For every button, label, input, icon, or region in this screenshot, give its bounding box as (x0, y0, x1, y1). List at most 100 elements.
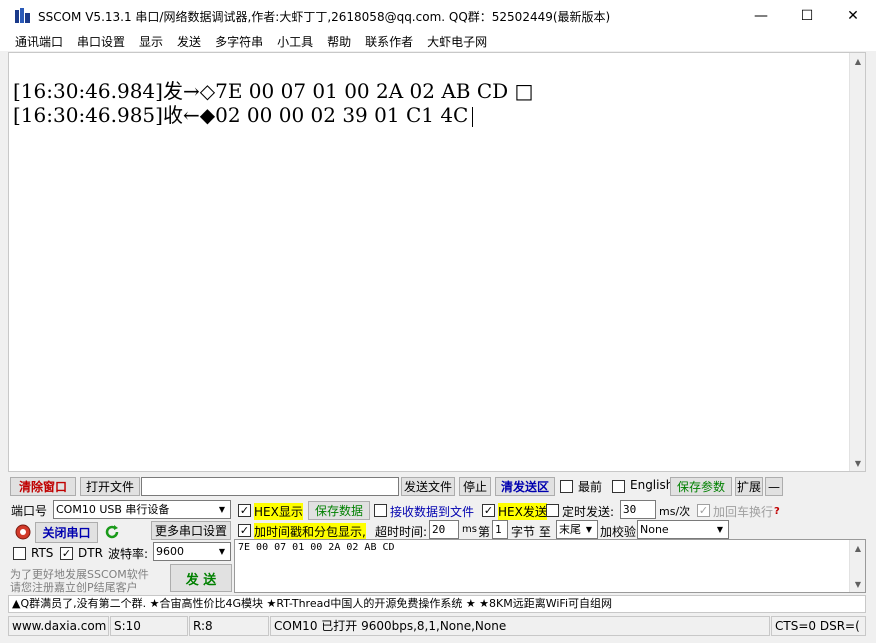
hex-display-checkbox[interactable]: ✓ (238, 504, 251, 517)
file-path-input[interactable] (141, 477, 399, 496)
receive-text: [16:30:46.984]发→◇7E 00 07 01 00 2A 02 AB… (13, 79, 533, 127)
recv-to-file-label: 接收数据到文件 (390, 505, 475, 519)
menu-display[interactable]: 显示 (132, 33, 170, 50)
checksum-select[interactable]: None ▼ (637, 520, 729, 539)
timeout-unit-label: ms (462, 524, 477, 535)
more-port-settings-button[interactable]: 更多串口设置 (151, 521, 231, 540)
baud-select-value: 9600 (156, 545, 184, 558)
title-bar: SSCOM V5.13.1 串口/网络数据调试器,作者:大虾丁丁,2618058… (0, 0, 876, 31)
status-sent-count: S:10 (110, 616, 188, 636)
scroll-up-icon[interactable]: ▲ (850, 540, 866, 556)
end-select-value: 末尾 (559, 523, 581, 536)
port-label: 端口号 (11, 504, 48, 518)
baud-select[interactable]: 9600 ▼ (153, 542, 231, 561)
receive-line-received: [16:30:46.985]收←◆02 00 00 02 39 01 C1 4C (13, 103, 469, 127)
close-port-button[interactable]: 关闭串口 (35, 522, 98, 543)
chevron-down-icon: ▼ (218, 505, 226, 514)
timeout-input[interactable]: 20 (429, 520, 459, 539)
status-signals: CTS=0 DSR=( (771, 616, 866, 636)
open-file-button[interactable]: 打开文件 (80, 477, 140, 496)
timestamp-label: 加时间戳和分包显示, (254, 523, 366, 540)
scroll-down-icon[interactable]: ▼ (850, 576, 866, 592)
menu-help[interactable]: 帮助 (320, 33, 358, 50)
checksum-select-value: None (640, 523, 669, 536)
stop-button[interactable]: 停止 (459, 477, 491, 496)
status-received-count: R:8 (189, 616, 269, 636)
clear-send-area-button[interactable]: 清发送区 (495, 477, 555, 496)
chevron-down-icon: ▼ (716, 525, 724, 534)
scroll-up-icon[interactable]: ▲ (850, 53, 866, 69)
timeout-label: 超时时间: (375, 525, 428, 539)
help-icon[interactable]: ? (774, 506, 780, 517)
menu-daxia-web[interactable]: 大虾电子网 (420, 33, 494, 50)
recv-to-file-checkbox[interactable] (374, 504, 387, 517)
rts-checkbox[interactable] (13, 547, 26, 560)
app-icon (15, 8, 30, 23)
topmost-checkbox[interactable] (560, 480, 573, 493)
text-cursor (472, 106, 474, 127)
hex-send-checkbox[interactable]: ✓ (482, 504, 495, 517)
chevron-down-icon: ▼ (585, 525, 593, 534)
timed-interval-input[interactable]: 30 (620, 500, 656, 519)
byte-index-input[interactable]: 1 (492, 520, 508, 539)
promo-line-2: 请您注册嘉立创P结尾客户 (10, 581, 138, 594)
toolbar: 清除窗口 打开文件 发送文件 停止 清发送区 最前 English 保存参数 扩… (8, 476, 866, 496)
dtr-label: DTR (78, 546, 103, 560)
topmost-label: 最前 (578, 480, 603, 494)
chevron-down-icon: ▼ (218, 547, 226, 556)
rts-label: RTS (31, 546, 54, 560)
status-bar: www.daxia.com S:10 R:8 COM10 已打开 9600bps… (8, 616, 866, 636)
collapse-button[interactable]: — (765, 477, 783, 496)
port-select[interactable]: COM10 USB 串行设备 ▼ (53, 500, 231, 519)
save-params-button[interactable]: 保存参数 (670, 477, 732, 496)
timed-send-label: 定时发送: (562, 505, 615, 519)
port-status-icon (15, 524, 31, 540)
checksum-label: 加校验 (600, 525, 637, 539)
menu-bar: 通讯端口 串口设置 显示 发送 多字符串 小工具 帮助 联系作者 大虾电子网 (0, 31, 876, 51)
send-button[interactable]: 发 送 (170, 564, 232, 592)
send-textarea[interactable]: 7E 00 07 01 00 2A 02 AB CD ▲ ▼ (234, 539, 866, 593)
receive-line-sent: [16:30:46.984]发→◇7E 00 07 01 00 2A 02 AB… (13, 79, 534, 103)
hex-send-label: HEX发送 (498, 503, 547, 520)
menu-contact-author[interactable]: 联系作者 (358, 33, 420, 50)
byte-suffix-label: 字节 至 (511, 525, 551, 539)
dtr-checkbox[interactable]: ✓ (60, 547, 73, 560)
maximize-button[interactable]: ☐ (784, 0, 830, 31)
scroll-down-icon[interactable]: ▼ (850, 455, 866, 471)
send-text: 7E 00 07 01 00 2A 02 AB CD (238, 542, 395, 553)
expand-button[interactable]: 扩展 (735, 477, 763, 496)
minimize-button[interactable]: — (738, 0, 784, 31)
save-data-button[interactable]: 保存数据 (308, 501, 370, 520)
end-select[interactable]: 末尾 ▼ (556, 520, 598, 539)
minimize-icon: — (754, 7, 768, 24)
english-checkbox[interactable] (612, 480, 625, 493)
menu-tools[interactable]: 小工具 (270, 33, 320, 50)
window-title: SSCOM V5.13.1 串口/网络数据调试器,作者:大虾丁丁,2618058… (38, 10, 611, 24)
byte-prefix-label: 第 (478, 525, 491, 539)
clear-window-button[interactable]: 清除窗口 (10, 477, 76, 496)
close-button[interactable]: ✕ (830, 0, 876, 31)
news-ticker[interactable]: ▲Q群满员了,没有第二个群. ★合宙高性价比4G模块 ★RT-Thread中国人… (8, 595, 866, 613)
add-crlf-label: 加回车换行 (713, 505, 774, 519)
maximize-icon: ☐ (800, 7, 814, 24)
port-panel: 端口号 COM10 USB 串行设备 ▼ 关闭串口 更多串口设置 RTS ✓ D… (8, 498, 232, 594)
english-label: English (630, 478, 674, 492)
refresh-icon[interactable] (104, 524, 120, 540)
close-icon: ✕ (847, 7, 859, 24)
timed-send-checkbox[interactable] (546, 504, 559, 517)
menu-port-settings[interactable]: 串口设置 (70, 33, 132, 50)
port-select-value: COM10 USB 串行设备 (56, 503, 170, 516)
receive-scrollbar[interactable]: ▲ ▼ (849, 53, 865, 471)
timed-unit-label: ms/次 (659, 505, 691, 518)
receive-area[interactable]: [16:30:46.984]发→◇7E 00 07 01 00 2A 02 AB… (8, 52, 866, 472)
add-crlf-checkbox[interactable]: ✓ (697, 504, 710, 517)
send-file-button[interactable]: 发送文件 (401, 477, 455, 496)
send-scrollbar[interactable]: ▲ ▼ (849, 540, 865, 592)
baud-label: 波特率: (108, 547, 149, 561)
status-port-state: COM10 已打开 9600bps,8,1,None,None (270, 616, 770, 636)
timestamp-checkbox[interactable]: ✓ (238, 524, 251, 537)
menu-comm-port[interactable]: 通讯端口 (8, 33, 70, 50)
menu-send[interactable]: 发送 (170, 33, 208, 50)
status-website[interactable]: www.daxia.com (8, 616, 109, 636)
menu-multi-string[interactable]: 多字符串 (208, 33, 270, 50)
